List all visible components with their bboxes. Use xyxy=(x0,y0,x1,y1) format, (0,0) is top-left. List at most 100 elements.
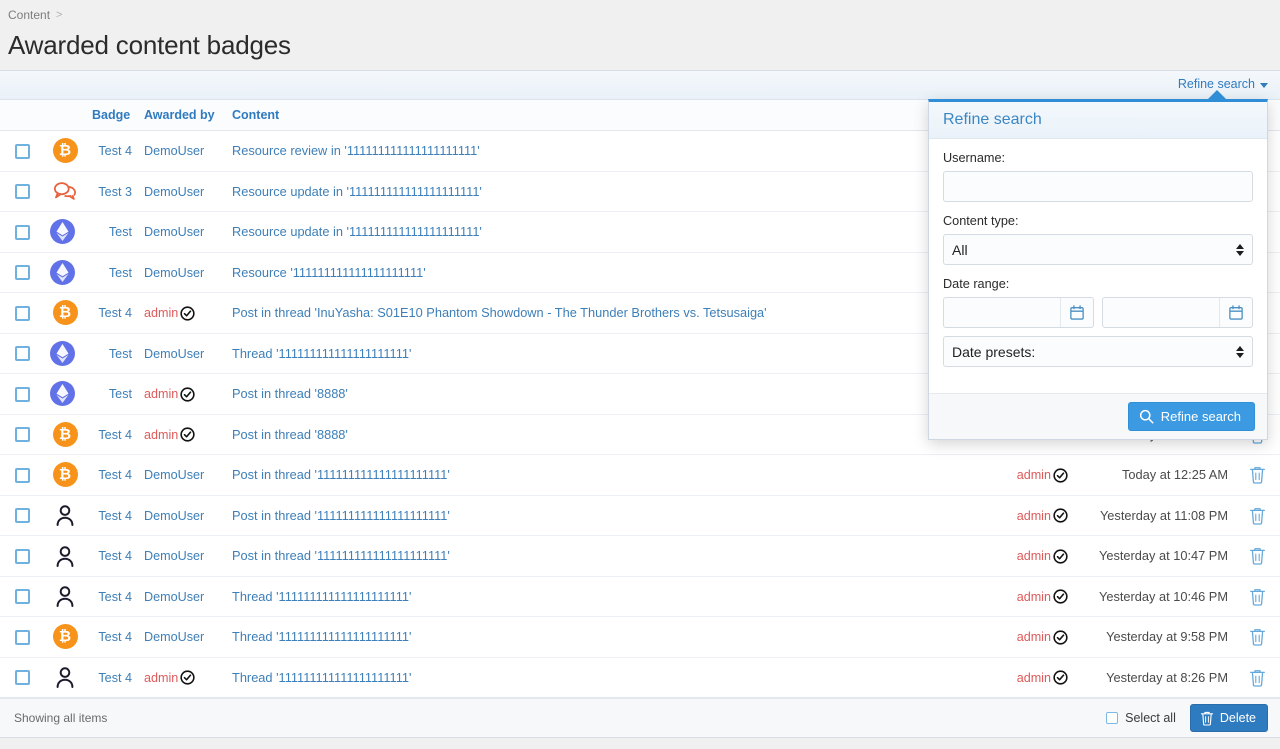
row-content-link[interactable]: Thread '111111111111111111111' xyxy=(232,629,411,644)
awarded-by-label[interactable]: admin xyxy=(144,306,178,320)
awarded-by-user[interactable]: DemoUser xyxy=(144,266,204,280)
breadcrumb-item-content[interactable]: Content xyxy=(8,8,50,22)
row-checkbox[interactable] xyxy=(15,225,30,240)
awarded-by-label[interactable]: DemoUser xyxy=(144,549,204,563)
row-checkbox[interactable] xyxy=(15,346,30,361)
row-content-link[interactable]: Post in thread 'InuYasha: S01E10 Phantom… xyxy=(232,305,767,320)
awarded-by-label[interactable]: admin xyxy=(144,671,178,685)
date-from-field[interactable] xyxy=(943,297,1094,328)
row-delete-cell[interactable] xyxy=(1234,495,1280,536)
trash-icon[interactable] xyxy=(1249,627,1266,646)
select-all-control[interactable]: Select all xyxy=(1106,711,1176,725)
row-checkbox[interactable] xyxy=(15,144,30,159)
row-content-link[interactable]: Thread '111111111111111111111' xyxy=(232,670,411,685)
row-user-label[interactable]: admin xyxy=(1017,549,1051,563)
row-content-link[interactable]: Thread '111111111111111111111' xyxy=(232,589,411,604)
awarded-by-user[interactable]: DemoUser xyxy=(144,225,204,239)
awarded-by-label[interactable]: DemoUser xyxy=(144,225,204,239)
row-content-link[interactable]: Post in thread '111111111111111111111' xyxy=(232,548,450,563)
username-input[interactable] xyxy=(943,171,1253,202)
awarded-by-label[interactable]: DemoUser xyxy=(144,630,204,644)
awarded-by-label[interactable]: DemoUser xyxy=(144,185,204,199)
refine-search-submit-button[interactable]: Refine search xyxy=(1128,402,1255,431)
row-checkbox[interactable] xyxy=(15,508,30,523)
row-delete-cell[interactable] xyxy=(1234,576,1280,617)
row-checkbox[interactable] xyxy=(15,670,30,685)
awarded-by-label[interactable]: DemoUser xyxy=(144,509,204,523)
date-from-input[interactable] xyxy=(944,298,1060,327)
row-content-link[interactable]: Post in thread '111111111111111111111' xyxy=(232,508,450,523)
row-user[interactable]: admin xyxy=(1017,630,1068,645)
row-user-label[interactable]: admin xyxy=(1017,509,1051,523)
refine-search-toggle[interactable]: Refine search xyxy=(1178,77,1268,91)
row-user-label[interactable]: admin xyxy=(1017,671,1051,685)
trash-icon[interactable] xyxy=(1249,465,1266,484)
row-delete-cell[interactable] xyxy=(1234,455,1280,496)
row-content-link[interactable]: Resource '111111111111111111111' xyxy=(232,265,426,280)
date-presets-select[interactable]: Date presets: xyxy=(943,336,1253,367)
date-to-calendar-button[interactable] xyxy=(1219,298,1252,327)
row-content-link[interactable]: Post in thread '8888' xyxy=(232,427,348,442)
row-checkbox[interactable] xyxy=(15,387,30,402)
row-checkbox[interactable] xyxy=(15,184,30,199)
trash-icon[interactable] xyxy=(1249,587,1266,606)
row-content-link[interactable]: Post in thread '8888' xyxy=(232,386,348,401)
row-content-link[interactable]: Post in thread '111111111111111111111' xyxy=(232,467,450,482)
awarded-by-user[interactable]: DemoUser xyxy=(144,590,204,604)
trash-icon[interactable] xyxy=(1249,506,1266,525)
row-user[interactable]: admin xyxy=(1017,508,1068,523)
row-checkbox[interactable] xyxy=(15,427,30,442)
row-user-label[interactable]: admin xyxy=(1017,630,1051,644)
awarded-by-user[interactable]: admin xyxy=(144,387,195,402)
date-from-calendar-button[interactable] xyxy=(1060,298,1093,327)
content-type-select[interactable]: All xyxy=(943,234,1253,265)
row-user[interactable]: admin xyxy=(1017,468,1068,483)
select-all-checkbox[interactable] xyxy=(1106,712,1118,724)
awarded-by-user[interactable]: DemoUser xyxy=(144,468,204,482)
row-content-link[interactable]: Thread '111111111111111111111' xyxy=(232,346,411,361)
row-checkbox[interactable] xyxy=(15,306,30,321)
row-content-link[interactable]: Resource update in '11111111111111111111… xyxy=(232,224,482,239)
awarded-by-user[interactable]: DemoUser xyxy=(144,630,204,644)
awarded-by-user[interactable]: DemoUser xyxy=(144,347,204,361)
row-delete-cell[interactable] xyxy=(1234,657,1280,698)
awarded-by-label[interactable]: admin xyxy=(144,387,178,401)
awarded-by-label[interactable]: DemoUser xyxy=(144,590,204,604)
th-awarded-by[interactable]: Awarded by xyxy=(138,100,226,131)
delete-button[interactable]: Delete xyxy=(1190,704,1268,732)
date-to-field[interactable] xyxy=(1102,297,1253,328)
awarded-by-label[interactable]: DemoUser xyxy=(144,266,204,280)
awarded-by-label[interactable]: DemoUser xyxy=(144,468,204,482)
row-user[interactable]: admin xyxy=(1017,670,1068,685)
row-badge-cell: Test 4 xyxy=(86,455,138,496)
trash-icon[interactable] xyxy=(1249,546,1266,565)
row-checkbox[interactable] xyxy=(15,630,30,645)
row-checkbox[interactable] xyxy=(15,589,30,604)
row-delete-cell[interactable] xyxy=(1234,536,1280,577)
awarded-by-user[interactable]: DemoUser xyxy=(144,144,204,158)
awarded-by-label[interactable]: admin xyxy=(144,428,178,442)
th-badge[interactable]: Badge xyxy=(86,100,138,131)
row-user[interactable]: admin xyxy=(1017,589,1068,604)
row-content-link[interactable]: Resource review in '11111111111111111111… xyxy=(232,143,480,158)
row-user-label[interactable]: admin xyxy=(1017,590,1051,604)
row-checkbox[interactable] xyxy=(15,265,30,280)
awarded-by-label[interactable]: DemoUser xyxy=(144,144,204,158)
row-checkbox[interactable] xyxy=(15,468,30,483)
row-date-label: Yesterday at 11:08 PM xyxy=(1100,508,1228,523)
awarded-by-user[interactable]: admin xyxy=(144,306,195,321)
awarded-by-user[interactable]: DemoUser xyxy=(144,185,204,199)
row-delete-cell[interactable] xyxy=(1234,617,1280,658)
date-to-input[interactable] xyxy=(1103,298,1219,327)
awarded-by-user[interactable]: admin xyxy=(144,670,195,685)
awarded-by-user[interactable]: admin xyxy=(144,427,195,442)
awarded-by-label[interactable]: DemoUser xyxy=(144,347,204,361)
row-checkbox[interactable] xyxy=(15,549,30,564)
awarded-by-user[interactable]: DemoUser xyxy=(144,549,204,563)
row-user-label[interactable]: admin xyxy=(1017,468,1051,482)
th-content[interactable]: Content xyxy=(226,100,944,131)
awarded-by-user[interactable]: DemoUser xyxy=(144,509,204,523)
row-user[interactable]: admin xyxy=(1017,549,1068,564)
row-content-link[interactable]: Resource update in '11111111111111111111… xyxy=(232,184,482,199)
trash-icon[interactable] xyxy=(1249,668,1266,687)
